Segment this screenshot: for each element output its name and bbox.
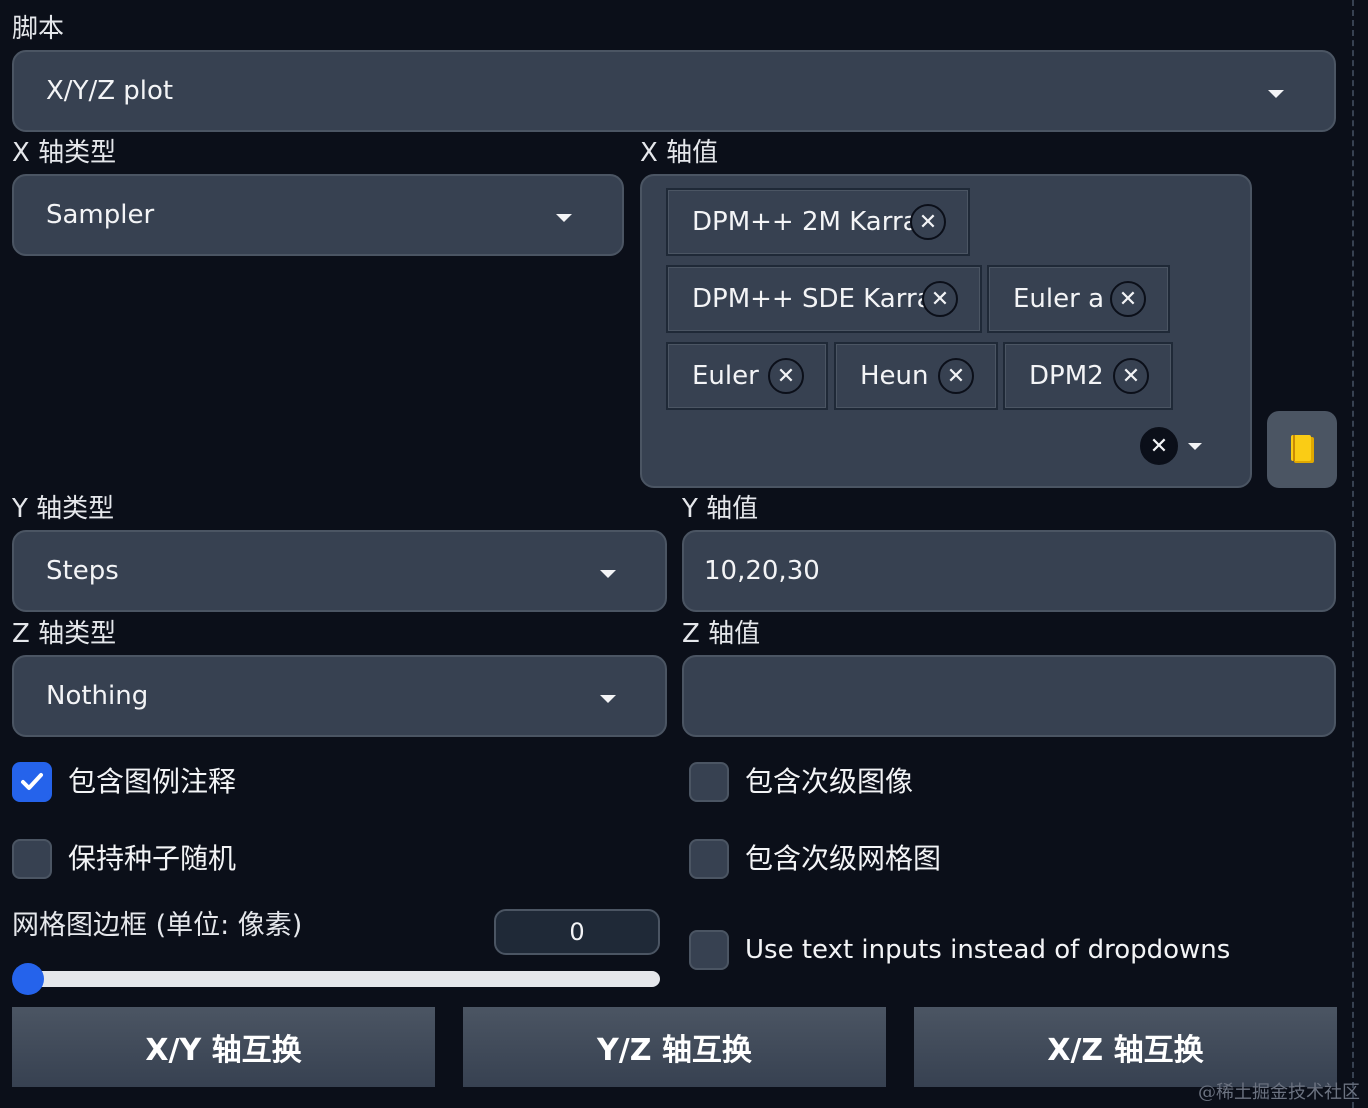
chip-label: DPM++ 2M Karras [692,207,933,237]
x-axis-type-dropdown[interactable]: Sampler [12,174,624,256]
y-axis-values-input[interactable]: 10,20,30 [682,530,1336,612]
y-axis-values-text: 10,20,30 [704,556,820,586]
script-value: X/Y/Z plot [46,76,174,106]
grid-margin-label: 网格图边框 (单位: 像素) [12,910,303,941]
chevron-down-icon [600,695,616,703]
z-axis-type-value: Nothing [46,681,149,711]
chip-label: Heun [860,361,929,391]
close-icon[interactable]: ✕ [922,281,958,317]
grid-margin-value: 0 [569,918,585,946]
chip-dpm2m-karras: DPM++ 2M Karras ✕ [666,188,970,256]
swap-xz-button[interactable]: X/Z 轴互换 [914,1007,1337,1087]
include-legend-label: 包含图例注释 [68,765,237,798]
watermark: @稀土掘金技术社区 [1198,1082,1360,1103]
chevron-down-icon[interactable] [1188,443,1202,450]
grid-margin-slider-handle[interactable] [12,963,44,995]
chip-label: DPM2 [1029,361,1104,391]
x-axis-type-value: Sampler [46,200,155,230]
panel-divider [1352,0,1354,1108]
x-axis-values-label: X 轴值 [640,138,719,168]
z-axis-values-label: Z 轴值 [682,619,761,649]
include-legend-checkbox[interactable] [12,762,52,802]
chip-dpm-sde-karras: DPM++ SDE Karras ✕ [666,265,982,333]
z-axis-type-dropdown[interactable]: Nothing [12,655,667,737]
y-axis-type-label: Y 轴类型 [12,494,115,524]
grid-margin-number-input[interactable]: 0 [494,909,660,955]
y-axis-type-dropdown[interactable]: Steps [12,530,667,612]
close-icon[interactable]: ✕ [910,204,946,240]
close-icon[interactable]: ✕ [768,358,804,394]
chip-label: DPM++ SDE Karras [692,284,947,314]
x-axis-type-label: X 轴类型 [12,138,117,168]
z-axis-values-input[interactable] [682,655,1336,737]
notebook-icon [1291,434,1314,463]
include-sub-grids-label: 包含次级网格图 [745,842,942,875]
clear-all-icon[interactable]: ✕ [1140,427,1178,465]
chip-dpm2: DPM2 ✕ [1003,342,1173,410]
close-icon[interactable]: ✕ [938,358,974,394]
include-sub-grids-checkbox[interactable] [689,839,729,879]
swap-yz-button[interactable]: Y/Z 轴互换 [463,1007,886,1087]
keep-seed-random-checkbox[interactable] [12,839,52,879]
chevron-down-icon [556,214,572,222]
chip-label: Euler [692,361,759,391]
include-sub-images-checkbox[interactable] [689,762,729,802]
checkmark-icon [21,773,43,790]
chip-euler-a: Euler a ✕ [987,265,1170,333]
use-text-inputs-label: Use text inputs instead of dropdowns [745,935,1231,965]
chevron-down-icon [600,570,616,578]
y-axis-values-label: Y 轴值 [682,494,759,524]
close-icon[interactable]: ✕ [1113,358,1149,394]
chevron-down-icon [1268,90,1284,98]
use-text-inputs-checkbox[interactable] [689,930,729,970]
script-label: 脚本 [12,14,65,44]
y-axis-type-value: Steps [46,556,119,586]
grid-margin-slider-track[interactable] [20,971,660,987]
swap-xy-button[interactable]: X/Y 轴互换 [12,1007,435,1087]
close-icon[interactable]: ✕ [1110,281,1146,317]
z-axis-type-label: Z 轴类型 [12,619,117,649]
keep-seed-random-label: 保持种子随机 [68,842,237,875]
include-sub-images-label: 包含次级图像 [745,765,914,798]
chip-label: Euler a [1013,284,1105,314]
script-dropdown[interactable]: X/Y/Z plot [12,50,1336,132]
chip-euler: Euler ✕ [666,342,828,410]
chip-heun: Heun ✕ [834,342,998,410]
fill-values-button[interactable] [1267,411,1337,488]
